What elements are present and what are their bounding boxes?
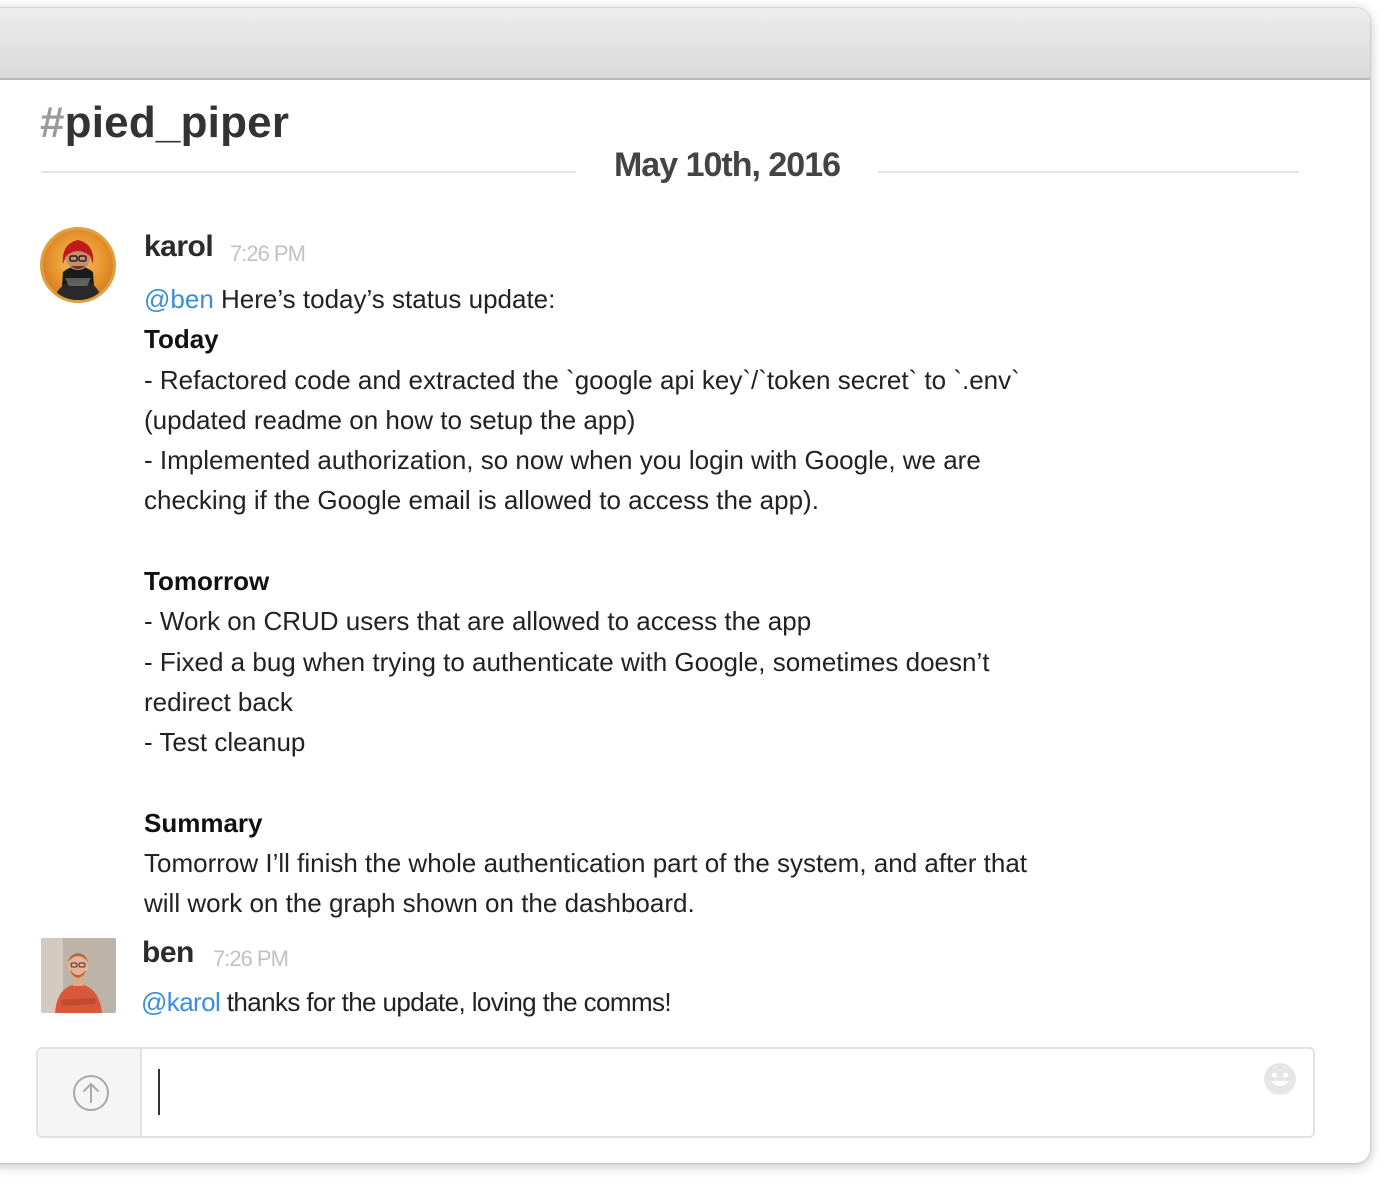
message-timestamp[interactable]: 7:26 PM xyxy=(230,241,306,267)
message-line: - Work on CRUD users that are allowed to… xyxy=(144,606,812,637)
date-divider-line-right xyxy=(878,171,1299,173)
message-body-karol: @ben Here’s today’s status update: Today… xyxy=(144,279,1154,924)
mention-link[interactable]: @ben xyxy=(144,284,214,314)
ben-avatar[interactable] xyxy=(41,938,116,1013)
message-heading-summary: Summary xyxy=(144,807,263,838)
text-caret xyxy=(158,1069,160,1115)
message-line: Tomorrow I’ll finish the whole authentic… xyxy=(144,848,1028,879)
window-titlebar[interactable] xyxy=(0,8,1370,80)
emoji-smiley-icon[interactable] xyxy=(1262,1061,1298,1097)
message-line: checking if the Google email is allowed … xyxy=(144,485,819,516)
upload-button-area[interactable] xyxy=(38,1049,142,1136)
message-input[interactable] xyxy=(142,1049,1253,1136)
date-divider-label: May 10th, 2016 xyxy=(613,146,841,184)
message-line: (updated readme on how to setup the app) xyxy=(144,404,636,435)
channel-title: #pied_piper xyxy=(40,98,289,148)
message-line: - Test cleanup xyxy=(144,727,306,758)
channel-name: pied_piper xyxy=(64,98,290,147)
upload-arrow-icon[interactable] xyxy=(72,1074,110,1112)
ben-avatar-image xyxy=(41,938,116,1013)
message-heading-today: Today xyxy=(144,324,219,355)
karol-avatar-image xyxy=(57,240,99,300)
message-line: - Fixed a bug when trying to authenticat… xyxy=(144,646,990,677)
message-text: thanks for the update, loving the comms! xyxy=(220,987,672,1017)
channel-hash: # xyxy=(40,98,65,147)
karol-avatar[interactable] xyxy=(40,227,116,303)
message-line: will work on the graph shown on the dash… xyxy=(144,888,695,919)
date-divider-line-left xyxy=(41,171,576,173)
message-composer xyxy=(36,1047,1315,1138)
mention-link[interactable]: @karol xyxy=(141,987,221,1017)
message-line: - Implemented authorization, so now when… xyxy=(144,445,981,476)
message-timestamp[interactable]: 7:26 PM xyxy=(213,946,289,972)
message-text: Here’s today’s status update: xyxy=(213,284,556,314)
message-sender[interactable]: ben xyxy=(142,936,194,970)
message-line: @karol thanks for the update, loving the… xyxy=(141,982,1151,1022)
message-line: redirect back xyxy=(144,686,293,717)
message-line: - Refactored code and extracted the `goo… xyxy=(144,364,1020,395)
message-heading-tomorrow: Tomorrow xyxy=(144,566,270,597)
message-body-ben: @karol thanks for the update, loving the… xyxy=(141,982,1151,1022)
message-line: @ben Here’s today’s status update: xyxy=(144,279,1154,319)
message-sender[interactable]: karol xyxy=(144,230,214,264)
